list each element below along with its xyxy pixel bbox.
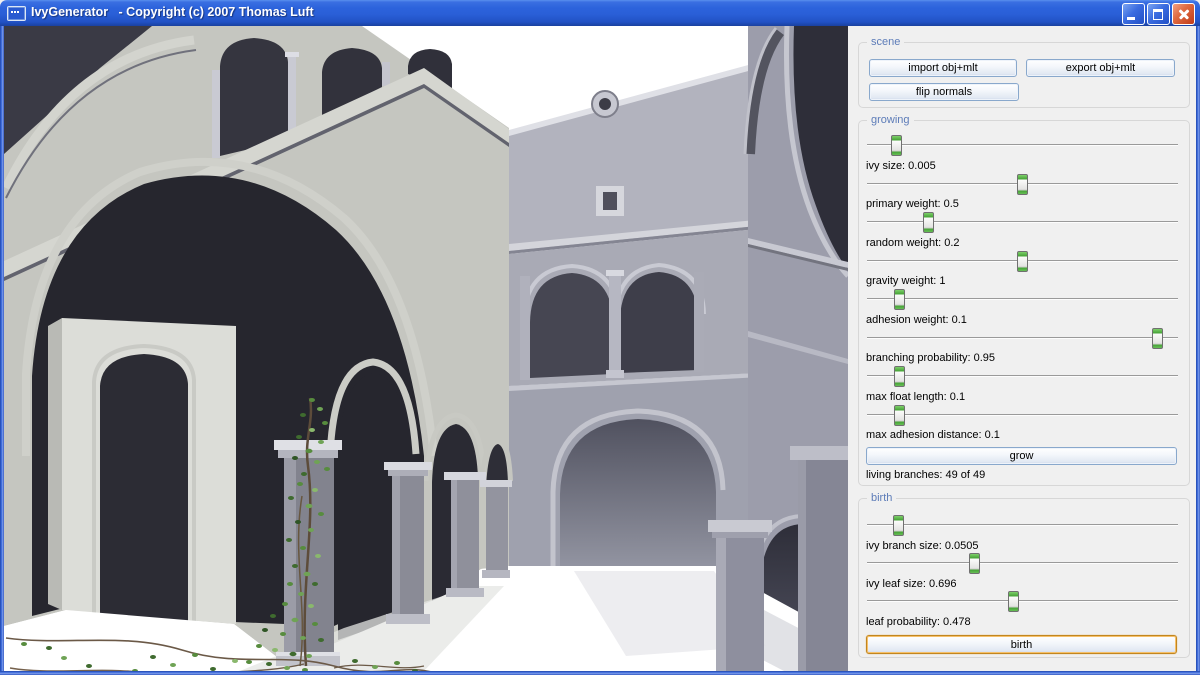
- birth-group-label: birth: [867, 492, 896, 504]
- slider-track[interactable]: [867, 414, 1178, 416]
- import-obj-button[interactable]: import obj+mlt: [869, 59, 1017, 77]
- portico-interior: [48, 318, 236, 626]
- viewport-3d[interactable]: [4, 26, 848, 671]
- leaf-probability-slider[interactable]: [867, 591, 1178, 612]
- primary-weight-slider[interactable]: [867, 174, 1178, 195]
- window-title: IvyGenerator - Copyright (c) 2007 Thomas…: [31, 5, 314, 19]
- slider-thumb[interactable]: [1008, 591, 1019, 612]
- growing-group-label: growing: [867, 114, 914, 126]
- slider-track[interactable]: [867, 221, 1178, 223]
- flip-normals-button[interactable]: flip normals: [869, 83, 1019, 101]
- slider-thumb[interactable]: [894, 289, 905, 310]
- slider-track[interactable]: [867, 524, 1178, 526]
- window-border-bottom: [0, 671, 1200, 675]
- adhesion-weight-slider[interactable]: [867, 289, 1178, 310]
- living-branches-status: living branches: 49 of 49: [866, 469, 985, 482]
- branching-probability-slider[interactable]: [867, 328, 1178, 349]
- gravity-weight-label: gravity weight: 1: [866, 275, 945, 288]
- slider-thumb[interactable]: [893, 515, 904, 536]
- scene-group-label: scene: [867, 36, 904, 48]
- doorway: [100, 354, 188, 626]
- slider-track[interactable]: [867, 337, 1178, 339]
- window-border-right: [1196, 26, 1200, 675]
- app-icon: [7, 6, 26, 21]
- window-controls: [1122, 3, 1195, 25]
- slider-thumb[interactable]: [894, 405, 905, 426]
- random-weight-label: random weight: 0.2: [866, 237, 960, 250]
- control-panel: scene import obj+mlt export obj+mlt flip…: [848, 26, 1196, 671]
- slider-track[interactable]: [867, 298, 1178, 300]
- primary-weight-label: primary weight: 0.5: [866, 198, 959, 211]
- close-button[interactable]: [1172, 3, 1195, 25]
- left-arcade: [4, 26, 511, 664]
- ivy-size-label: ivy size: 0.005: [866, 160, 936, 173]
- minimize-icon: [1127, 17, 1135, 20]
- slider-track[interactable]: [867, 600, 1178, 602]
- max-float-length-slider[interactable]: [867, 366, 1178, 387]
- slider-track[interactable]: [867, 375, 1178, 377]
- ivy-leaf-size-label: ivy leaf size: 0.696: [866, 578, 957, 591]
- app-window: IvyGenerator - Copyright (c) 2007 Thomas…: [0, 0, 1200, 675]
- slider-thumb[interactable]: [894, 366, 905, 387]
- slider-thumb[interactable]: [1017, 251, 1028, 272]
- export-obj-button[interactable]: export obj+mlt: [1026, 59, 1175, 77]
- courtyard-render: [4, 26, 848, 671]
- slider-thumb[interactable]: [891, 135, 902, 156]
- slider-track[interactable]: [867, 562, 1178, 564]
- square-window: [596, 186, 624, 216]
- max-adhesion-distance-slider[interactable]: [867, 405, 1178, 426]
- ivy-size-slider[interactable]: [867, 135, 1178, 156]
- ivy-branch-size-label: ivy branch size: 0.0505: [866, 540, 979, 553]
- slider-thumb[interactable]: [1017, 174, 1028, 195]
- random-weight-slider[interactable]: [867, 212, 1178, 233]
- slider-thumb[interactable]: [969, 553, 980, 574]
- ivy-branch-size-slider[interactable]: [867, 515, 1178, 536]
- gravity-weight-slider[interactable]: [867, 251, 1178, 272]
- scene-group: scene import obj+mlt export obj+mlt flip…: [858, 42, 1190, 108]
- slider-track[interactable]: [867, 144, 1178, 146]
- adhesion-weight-label: adhesion weight: 0.1: [866, 314, 967, 327]
- grow-button[interactable]: grow: [866, 447, 1177, 465]
- ivy-leaf-size-slider[interactable]: [867, 553, 1178, 574]
- titlebar[interactable]: IvyGenerator - Copyright (c) 2007 Thomas…: [0, 0, 1200, 26]
- leaf-probability-label: leaf probability: 0.478: [866, 616, 971, 629]
- branching-probability-label: branching probability: 0.95: [866, 352, 995, 365]
- max-float-length-label: max float length: 0.1: [866, 391, 965, 404]
- maximize-button[interactable]: [1147, 3, 1170, 25]
- max-adhesion-distance-label: max adhesion distance: 0.1: [866, 429, 1000, 442]
- slider-thumb[interactable]: [923, 212, 934, 233]
- minimize-button[interactable]: [1122, 3, 1145, 25]
- slider-thumb[interactable]: [1152, 328, 1163, 349]
- birth-button[interactable]: birth: [866, 635, 1177, 654]
- maximize-icon: [1153, 9, 1163, 20]
